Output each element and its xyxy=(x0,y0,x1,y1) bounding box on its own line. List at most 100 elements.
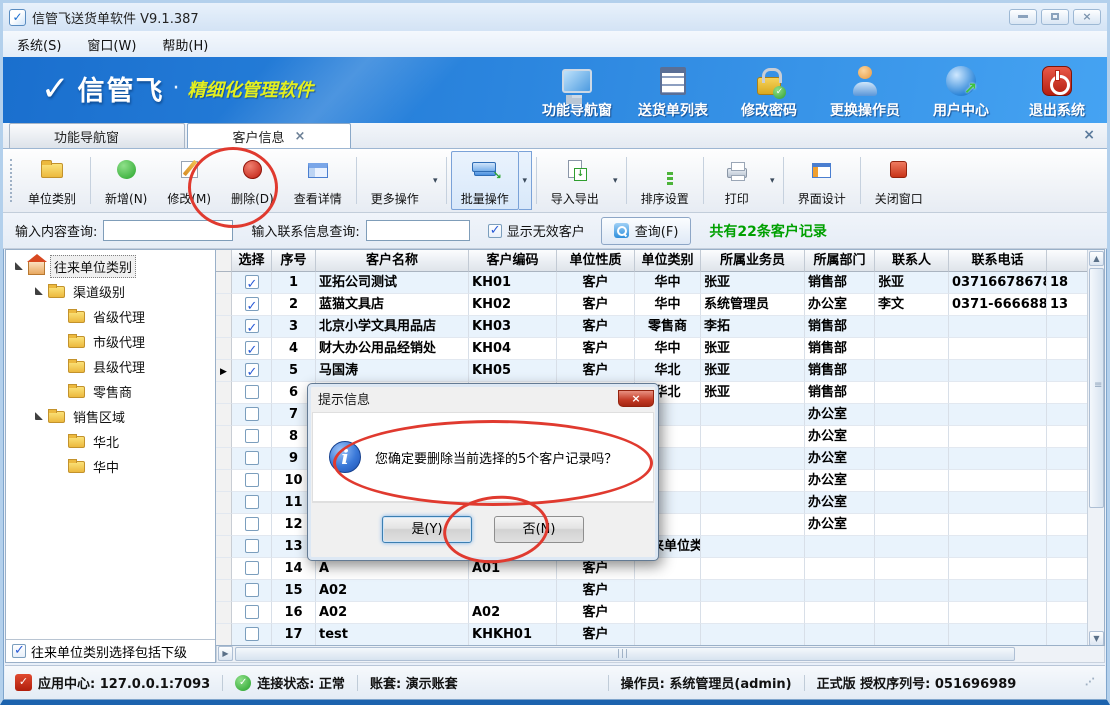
menu-item[interactable]: 帮助(H) xyxy=(162,35,208,54)
header-index[interactable]: 序号 xyxy=(272,250,316,272)
scroll-right-icon[interactable]: ▶ xyxy=(218,646,233,661)
table-row[interactable]: ▶ 16 A02 A02 客户 xyxy=(216,602,1104,624)
toolbar-button[interactable]: 查看详情 xyxy=(284,151,352,210)
yes-button[interactable]: 是(Y) xyxy=(382,516,472,543)
toolbar-grip[interactable] xyxy=(10,159,15,202)
banner-button[interactable]: 送货单列表 xyxy=(637,63,709,120)
scroll-up-icon[interactable]: ▲ xyxy=(1089,251,1104,266)
table-row[interactable]: ▶ 14 A A01 客户 xyxy=(216,558,1104,580)
scroll-down-icon[interactable]: ▼ xyxy=(1089,631,1104,646)
vertical-scrollbar-thumb[interactable] xyxy=(1089,268,1104,508)
table-row[interactable]: ▶ 2 蓝猫文具店 KH02 客户 华中 系统管理员 办公室 李文 0371-6… xyxy=(216,294,1104,316)
tree-node[interactable]: 零售商 xyxy=(6,379,215,404)
dialog-close-icon[interactable]: × xyxy=(618,390,654,407)
tree-node[interactable]: 县级代理 xyxy=(6,354,215,379)
tab[interactable]: 功能导航窗 × xyxy=(9,123,185,148)
row-checkbox[interactable] xyxy=(245,341,259,355)
row-checkbox[interactable] xyxy=(245,275,259,289)
toolbar-button[interactable]: 界面设计 xyxy=(788,151,856,210)
row-checkbox[interactable] xyxy=(245,385,259,399)
toolbar-button[interactable]: 删除(D) xyxy=(221,151,284,210)
row-checkbox[interactable] xyxy=(245,605,259,619)
tree-node[interactable]: 省级代理 xyxy=(6,304,215,329)
tree-node[interactable]: 华北 xyxy=(6,429,215,454)
toolbar-button[interactable]: 修改(M) xyxy=(157,151,221,210)
close-button[interactable]: × xyxy=(1073,9,1101,25)
toolbar-button[interactable]: 打印 xyxy=(708,151,766,210)
row-checkbox[interactable] xyxy=(245,495,259,509)
contact-query-input[interactable] xyxy=(366,220,470,241)
resize-grip-icon[interactable]: ⋰ xyxy=(1085,677,1095,688)
dropdown-arrow-icon[interactable]: ▾ xyxy=(609,151,622,210)
tree-expander-icon[interactable] xyxy=(32,284,46,299)
banner-button[interactable]: 用户中心 xyxy=(925,63,997,120)
no-button[interactable]: 否(N) xyxy=(494,516,584,543)
row-checkbox[interactable] xyxy=(245,539,259,553)
header-customer-code[interactable]: 客户编码 xyxy=(469,250,557,272)
toolbar-button[interactable]: 批量操作 xyxy=(451,151,519,210)
include-sublevel-checkbox[interactable] xyxy=(12,644,26,658)
tabstrip-close-icon[interactable]: × xyxy=(1083,127,1095,143)
tab[interactable]: 客户信息 × xyxy=(187,123,351,148)
horizontal-scrollbar[interactable]: ◀ ▶ xyxy=(216,646,1105,663)
header-salesman[interactable]: 所属业务员 xyxy=(701,250,805,272)
tree-expander-icon[interactable] xyxy=(32,409,46,424)
row-checkbox[interactable] xyxy=(245,561,259,575)
header-unit-category[interactable]: 单位类别 xyxy=(635,250,701,272)
table-row[interactable]: ▶ 3 北京小学文具用品店 KH03 客户 零售商 李拓 销售部 xyxy=(216,316,1104,338)
header-contact[interactable]: 联系人 xyxy=(875,250,949,272)
table-row[interactable]: ▶ 15 A02 客户 xyxy=(216,580,1104,602)
show-invalid-checkbox[interactable] xyxy=(488,224,502,238)
header-unit-nature[interactable]: 单位性质 xyxy=(557,250,635,272)
toolbar-button[interactable]: 更多操作 xyxy=(361,151,429,210)
row-checkbox[interactable] xyxy=(245,517,259,531)
dropdown-arrow-icon[interactable]: ▾ xyxy=(519,151,532,210)
tree-node[interactable]: 市级代理 xyxy=(6,329,215,354)
row-checkbox[interactable] xyxy=(245,451,259,465)
maximize-button[interactable] xyxy=(1041,9,1069,25)
row-checkbox[interactable] xyxy=(245,627,259,641)
table-row[interactable]: ▶ 17 test KHKH01 客户 xyxy=(216,624,1104,646)
toolbar-button[interactable]: 新增(N) xyxy=(95,151,157,210)
toolbar-button[interactable]: 导入导出 xyxy=(541,151,609,210)
banner-button[interactable]: 更换操作员 xyxy=(829,63,901,120)
toolbar-button[interactable]: 单位类别 xyxy=(18,151,86,210)
dropdown-arrow-icon[interactable]: ▾ xyxy=(429,151,442,210)
row-checkbox[interactable] xyxy=(245,319,259,333)
dialog-title-bar[interactable]: 提示信息 × xyxy=(308,384,658,410)
header-department[interactable]: 所属部门 xyxy=(805,250,875,272)
row-checkbox[interactable] xyxy=(245,429,259,443)
header-select[interactable]: 选择 xyxy=(232,250,272,272)
tree-node[interactable]: 渠道级别 xyxy=(6,279,215,304)
tree-node[interactable]: 华中 xyxy=(6,454,215,479)
row-checkbox[interactable] xyxy=(245,583,259,597)
banner-button[interactable]: 退出系统 xyxy=(1021,63,1093,120)
content-query-input[interactable] xyxy=(103,220,233,241)
row-checkbox[interactable] xyxy=(245,363,259,377)
toolbar-button[interactable]: 关闭窗口 xyxy=(865,151,933,210)
table-row[interactable]: ▶ 4 财大办公用品经销处 KH04 客户 华中 张亚 销售部 xyxy=(216,338,1104,360)
banner-button[interactable]: 功能导航窗 xyxy=(541,63,613,120)
header-customer-name[interactable]: 客户名称 xyxy=(316,250,469,272)
dropdown-arrow-icon[interactable]: ▾ xyxy=(766,151,779,210)
menu-item[interactable]: 系统(S) xyxy=(17,35,61,54)
tab-close-icon[interactable]: × xyxy=(295,129,306,144)
row-checkbox[interactable] xyxy=(245,407,259,421)
header-extra[interactable] xyxy=(1047,250,1092,272)
minimize-button[interactable] xyxy=(1009,9,1037,25)
table-row[interactable]: ▶ 5 马国涛 KH05 客户 华北 张亚 销售部 xyxy=(216,360,1104,382)
row-checkbox[interactable] xyxy=(245,473,259,487)
menu-item[interactable]: 窗口(W) xyxy=(87,35,136,54)
tree-node-label: 华中 xyxy=(90,456,122,477)
vertical-scrollbar[interactable]: ▲ ▼ xyxy=(1087,250,1104,646)
row-checkbox[interactable] xyxy=(245,297,259,311)
query-button[interactable]: 查询(F) xyxy=(601,217,692,245)
banner-button[interactable]: 修改密码 xyxy=(733,63,805,120)
tree-expander-icon[interactable] xyxy=(12,259,26,274)
toolbar-button[interactable]: 排序设置 xyxy=(631,151,699,210)
tree-node[interactable]: 销售区域 xyxy=(6,404,215,429)
table-row[interactable]: ▶ 1 亚拓公司测试 KH01 客户 华中 张亚 销售部 张亚 03716678… xyxy=(216,272,1104,294)
horizontal-scrollbar-thumb[interactable] xyxy=(235,647,1015,661)
header-phone[interactable]: 联系电话 xyxy=(949,250,1047,272)
tree-node[interactable]: 往来单位类别 xyxy=(6,254,215,279)
